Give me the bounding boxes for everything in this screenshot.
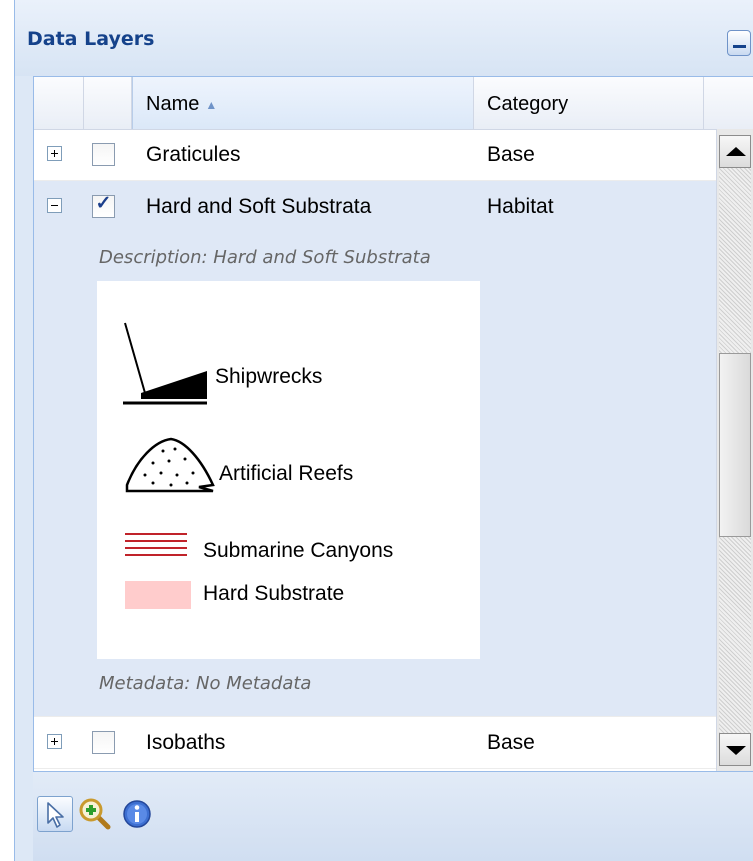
scroll-down-button[interactable]: [719, 733, 751, 766]
sort-ascending-icon: ▲: [205, 97, 218, 112]
artificial-reef-icon: [125, 437, 215, 493]
scroll-up-button[interactable]: [719, 135, 751, 168]
arrow-down-icon: [726, 746, 746, 755]
checkmark-icon: ✓: [95, 193, 112, 214]
panel-title: Data Layers: [27, 28, 155, 50]
legend-panel: Shipwrecks Artificial Reefs Submarine Ca…: [97, 281, 480, 659]
expand-icon[interactable]: [47, 146, 62, 161]
vertical-scrollbar[interactable]: [716, 129, 753, 771]
submarine-canyon-lines: [125, 533, 187, 556]
identify-tool-button[interactable]: [119, 796, 155, 832]
shipwreck-icon: [123, 322, 207, 405]
zoom-in-tool-button[interactable]: [77, 796, 113, 832]
scroll-thumb[interactable]: [719, 353, 751, 537]
layer-category: Base: [487, 731, 535, 754]
data-layers-panel: Data Layers Name ▲ Category Graticules Ba…: [14, 0, 753, 861]
legend-label-hard-substrate: Hard Substrate: [203, 582, 345, 605]
legend-label-submarine-canyons: Submarine Canyons: [203, 539, 394, 562]
bottom-toolbar: [33, 772, 753, 861]
layer-category: Habitat: [487, 195, 554, 218]
panel-header: Data Layers: [15, 0, 753, 76]
zoom-in-icon: [79, 798, 111, 830]
layer-checkbox[interactable]: [92, 731, 115, 754]
grid-header: Name ▲ Category: [34, 77, 753, 130]
pointer-tool-button[interactable]: [37, 796, 73, 832]
layers-grid: Name ▲ Category Graticules Base ✓ Hard an…: [33, 76, 753, 772]
info-icon: [123, 800, 151, 828]
layer-checkbox[interactable]: [92, 143, 115, 166]
hard-substrate-swatch: [125, 581, 191, 609]
layer-name: Isobaths: [146, 731, 226, 754]
header-checkbox-column: [84, 77, 132, 129]
layer-metadata: Metadata: No Metadata: [99, 673, 312, 694]
layer-checkbox[interactable]: ✓: [92, 193, 115, 218]
layer-description: Description: Hard and Soft Substrata: [99, 247, 431, 268]
layer-name: Graticules: [146, 143, 241, 166]
collapse-button[interactable]: [727, 30, 751, 56]
layer-category: Base: [487, 143, 535, 166]
column-header-category[interactable]: Category: [474, 77, 704, 129]
layer-name: Hard and Soft Substrata: [146, 195, 372, 218]
table-row[interactable]: ✓ Hard and Soft Substrata Habitat: [34, 181, 716, 233]
row-expansion-detail: Description: Hard and Soft Substrata Shi…: [34, 233, 716, 717]
column-header-name-label: Name: [146, 93, 200, 115]
column-header-name[interactable]: Name ▲: [132, 77, 474, 129]
pointer-icon: [47, 802, 64, 828]
table-row[interactable]: Graticules Base: [34, 129, 716, 181]
legend-label-shipwrecks: Shipwrecks: [215, 365, 323, 388]
table-row[interactable]: Isobaths Base: [34, 717, 716, 769]
column-header-category-label: Category: [487, 93, 569, 115]
arrow-up-icon: [726, 147, 746, 156]
expand-icon[interactable]: [47, 734, 62, 749]
legend-label-artificial-reefs: Artificial Reefs: [219, 462, 354, 485]
header-expander-column: [34, 77, 84, 129]
collapse-row-icon[interactable]: [47, 198, 62, 213]
